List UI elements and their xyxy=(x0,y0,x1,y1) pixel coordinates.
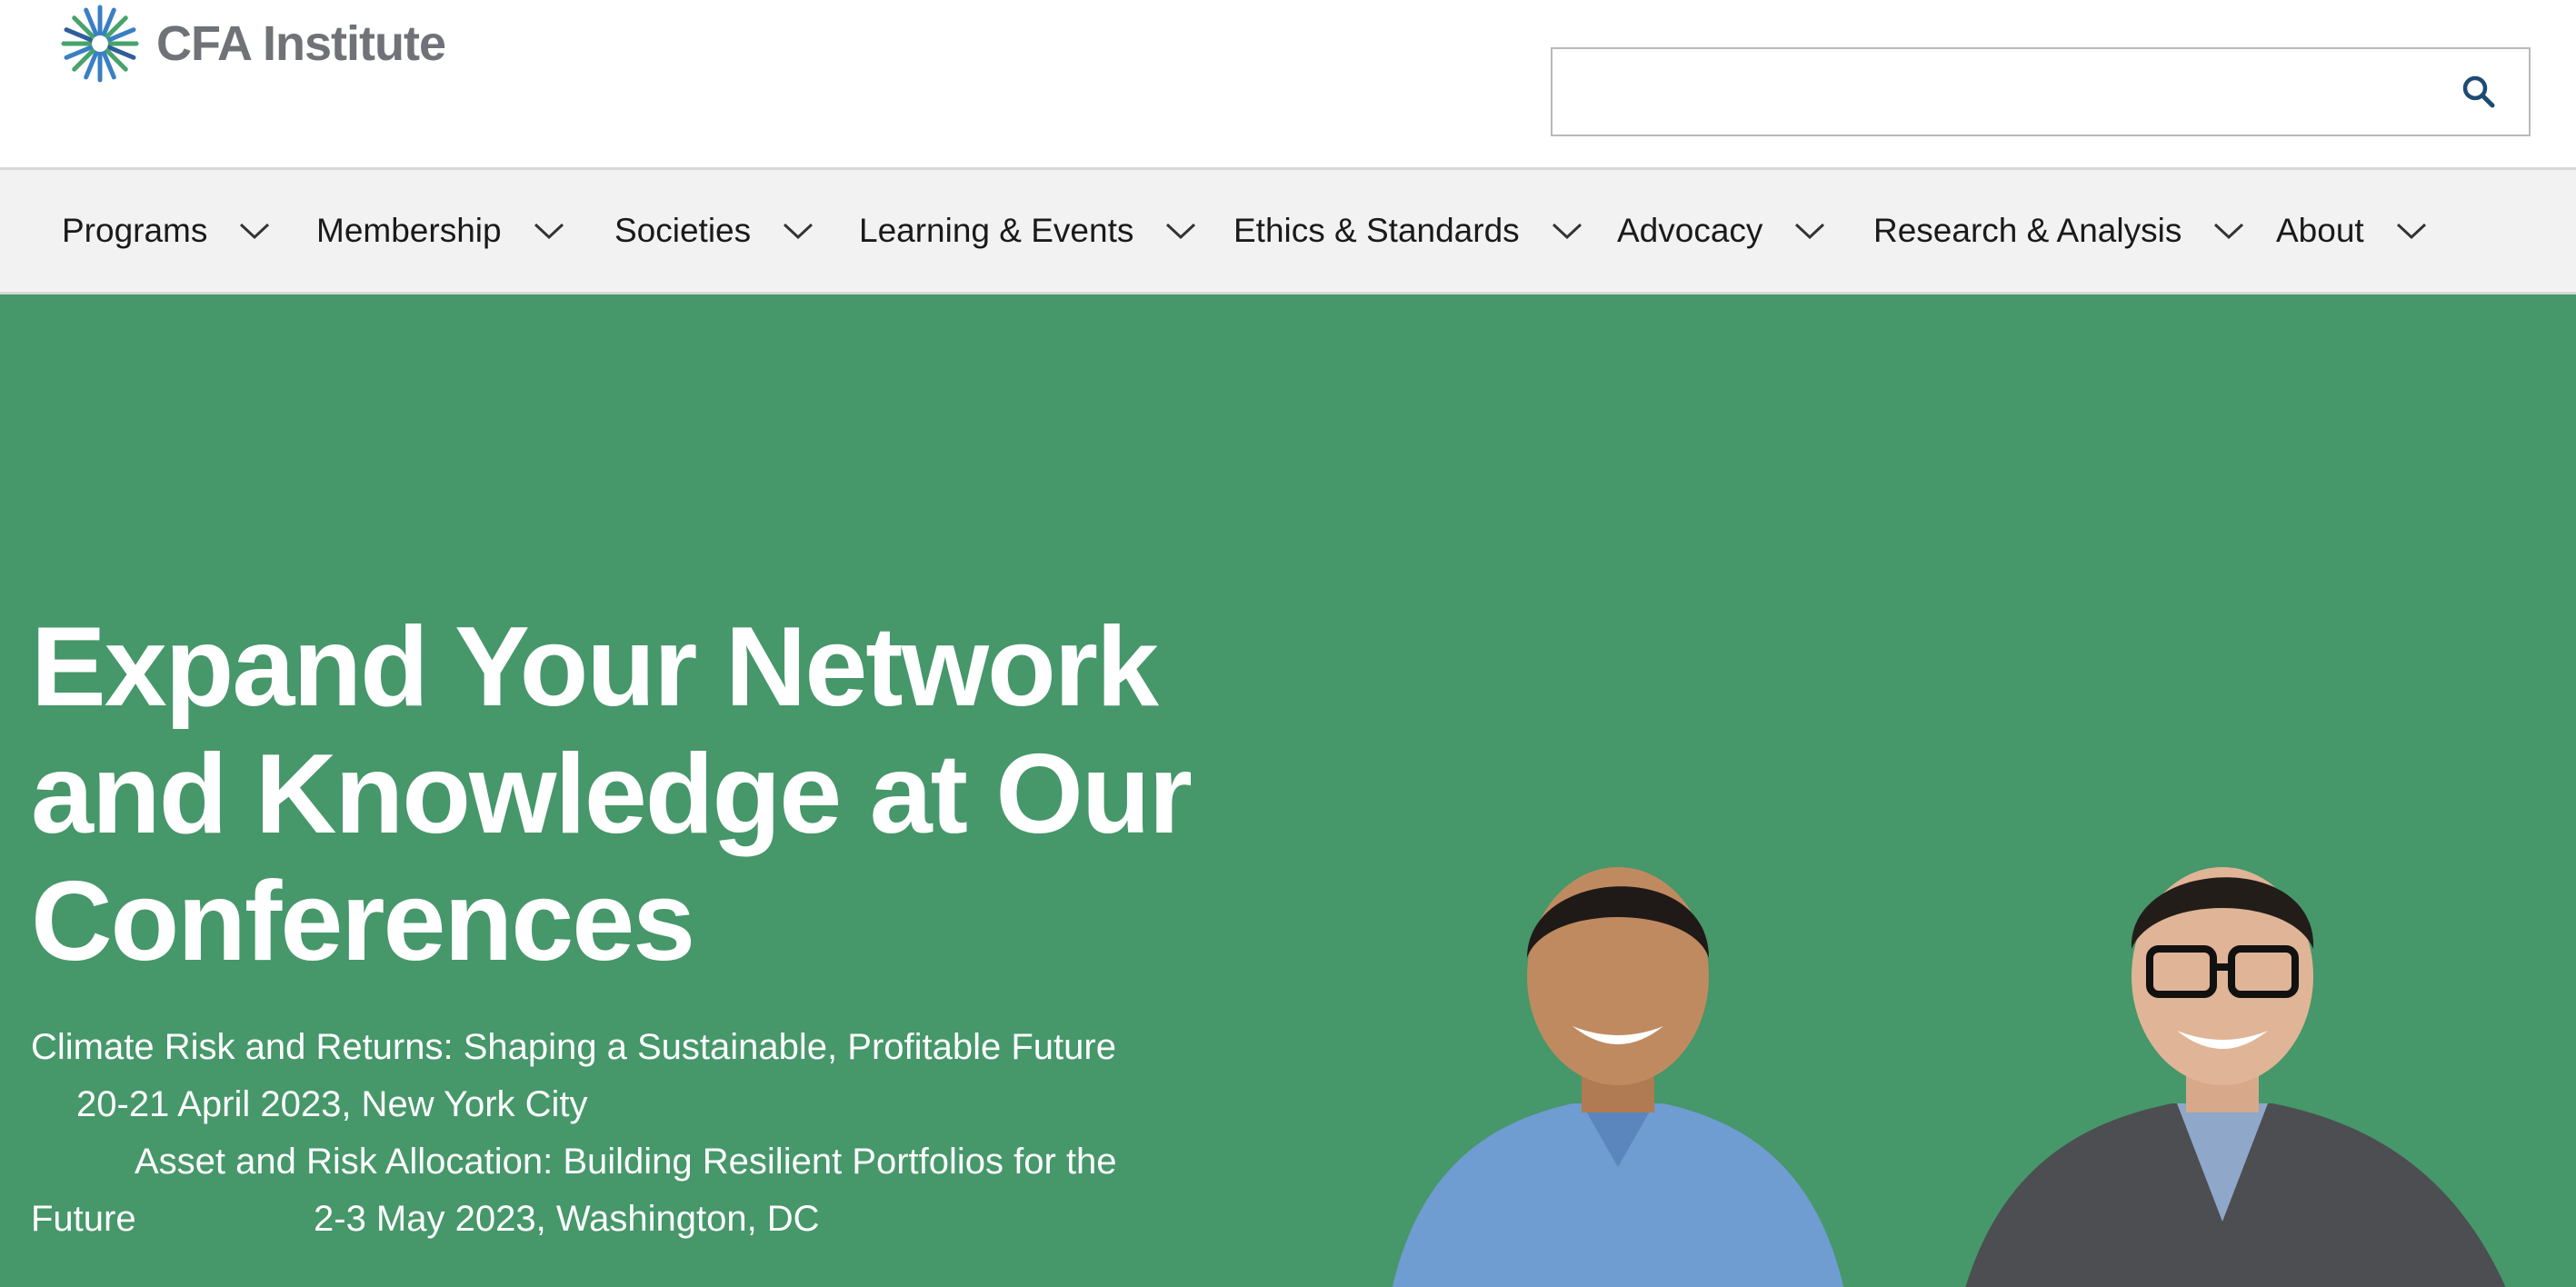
nav-label: Ethics & Standards xyxy=(1233,212,1520,249)
nav-item-societies[interactable]: Societies xyxy=(614,170,814,292)
search-box xyxy=(1551,47,2531,136)
nav-label: Societies xyxy=(614,212,752,249)
search-icon xyxy=(2462,75,2495,108)
nav-item-about[interactable]: About xyxy=(2276,170,2428,292)
nav-label: Learning & Events xyxy=(859,212,1134,249)
main-nav: Programs Membership Societies Learning &… xyxy=(0,167,2576,294)
event-1-date: 20-21 April 2023, New York City xyxy=(76,1084,588,1124)
search-button[interactable] xyxy=(2429,49,2529,135)
nav-label: Research & Analysis xyxy=(1873,212,2182,249)
logo-text: CFA Institute xyxy=(156,16,446,71)
event-2-name[interactable]: Asset and Risk Allocation: Building Resi… xyxy=(135,1142,1117,1182)
chevron-down-icon xyxy=(784,223,814,240)
nav-item-membership[interactable]: Membership xyxy=(316,170,565,292)
search-input[interactable] xyxy=(1553,49,2425,135)
chevron-down-icon xyxy=(2214,223,2244,240)
nav-item-ethics-standards[interactable]: Ethics & Standards xyxy=(1233,170,1583,292)
event-2-date: 2-3 May 2023, Washington, DC xyxy=(314,1199,820,1239)
nav-item-research-analysis[interactable]: Research & Analysis xyxy=(1873,170,2245,292)
chevron-down-icon xyxy=(1795,223,1825,240)
nav-label: Programs xyxy=(62,212,208,249)
person-photo-1 xyxy=(1392,867,1844,1287)
nav-item-programs[interactable]: Programs xyxy=(62,170,271,292)
hero-banner: Expand Your Network and Knowledge at Our… xyxy=(0,294,2576,1287)
nav-item-advocacy[interactable]: Advocacy xyxy=(1617,170,1826,292)
hero-title: Expand Your Network and Knowledge at Our… xyxy=(31,604,1193,984)
nav-item-learning-events[interactable]: Learning & Events xyxy=(859,170,1197,292)
chevron-down-icon xyxy=(240,223,270,240)
nav-label: About xyxy=(2276,212,2364,249)
person-photo-2 xyxy=(1965,867,2506,1287)
chevron-down-icon xyxy=(1166,223,1196,240)
nav-label: Membership xyxy=(316,212,502,249)
cfa-logo[interactable]: CFA Institute xyxy=(58,0,446,87)
chevron-down-icon xyxy=(1552,223,1582,240)
site-header: CFA Institute xyxy=(0,0,2576,167)
chevron-down-icon xyxy=(534,223,564,240)
cfa-logo-icon xyxy=(61,5,139,83)
chevron-down-icon xyxy=(2396,223,2426,240)
nav-label: Advocacy xyxy=(1617,212,1763,249)
event-1-name[interactable]: Climate Risk and Returns: Shaping a Sust… xyxy=(31,1027,1116,1068)
event-2-name-cont[interactable]: Future xyxy=(31,1199,136,1240)
